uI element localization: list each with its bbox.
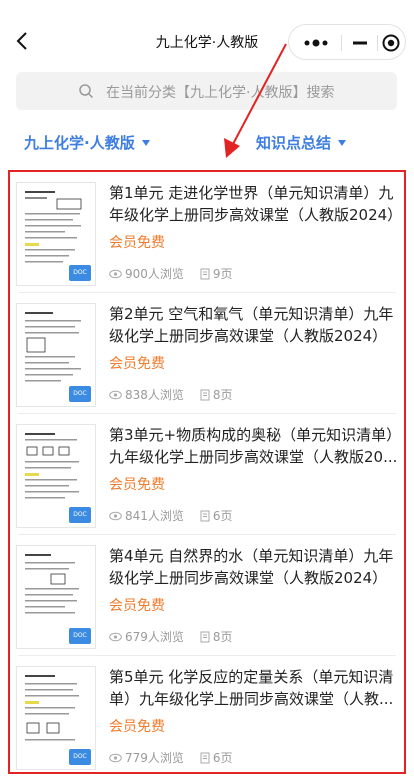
- search-placeholder: 在当前分类【九上化学·人教版】搜索: [106, 85, 335, 101]
- item-price: 会员免费: [109, 598, 165, 614]
- mini-program-capsule: [288, 24, 406, 60]
- doc-file-icon: DOC: [69, 265, 91, 281]
- category-filter-label: 九上化学·人教版: [24, 134, 135, 152]
- page-count: 9页: [212, 267, 233, 281]
- eye-icon: [109, 511, 122, 520]
- item-meta: 841人浏览 6页: [109, 507, 233, 524]
- document-list: DOC 第1单元 走进化学世界（单元知识清单）九年级化学上册同步高效课堂（人教版…: [8, 170, 406, 774]
- list-item[interactable]: DOC 第4单元 自然界的水（单元知识清单）九年级化学上册同步高效课堂（人教版2…: [10, 535, 404, 656]
- item-price: 会员免费: [109, 356, 165, 372]
- view-count: 779人浏览: [125, 751, 184, 765]
- view-count: 679人浏览: [125, 630, 184, 644]
- list-item[interactable]: DOC 第1单元 走进化学世界（单元知识清单）九年级化学上册同步高效课堂（人教版…: [10, 172, 404, 293]
- capsule-divider: [341, 35, 342, 51]
- page-icon: [200, 389, 210, 400]
- item-meta: 779人浏览 6页: [109, 749, 233, 766]
- close-target-icon[interactable]: [381, 33, 401, 53]
- page-icon: [200, 631, 210, 642]
- list-item[interactable]: DOC 第5单元 化学反应的定量关系（单元知识清单）九年级化学上册同步高效课堂（…: [10, 656, 404, 772]
- list-item[interactable]: DOC 第2单元 空气和氧气（单元知识清单）九年级化学上册同步高效课堂（人教版2…: [10, 293, 404, 414]
- item-title[interactable]: 第3单元+物质构成的奥秘（单元知识清单）九年级化学上册同步高效课堂（人教版20.…: [109, 424, 399, 468]
- search-icon: [79, 84, 94, 99]
- caret-down-icon: [338, 139, 347, 146]
- item-title[interactable]: 第1单元 走进化学世界（单元知识清单）九年级化学上册同步高效课堂（人教版2024…: [109, 182, 399, 226]
- document-thumbnail: DOC: [16, 545, 96, 649]
- doc-file-icon: DOC: [69, 628, 91, 644]
- document-thumbnail: DOC: [16, 303, 96, 407]
- doc-file-icon: DOC: [69, 749, 91, 765]
- item-price: 会员免费: [109, 235, 165, 251]
- item-price: 会员免费: [109, 719, 165, 735]
- document-thumbnail: DOC: [16, 182, 96, 286]
- eye-icon: [109, 390, 122, 399]
- page-icon: [200, 510, 210, 521]
- caret-down-icon: [141, 139, 150, 146]
- item-title[interactable]: 第2单元 空气和氧气（单元知识清单）九年级化学上册同步高效课堂（人教版2024）: [109, 303, 399, 347]
- page-count: 8页: [212, 388, 233, 402]
- eye-icon: [109, 632, 122, 641]
- page-count: 6页: [212, 751, 233, 765]
- item-price: 会员免费: [109, 477, 165, 493]
- document-thumbnail: DOC: [16, 424, 96, 528]
- page-count: 6页: [212, 509, 233, 523]
- document-thumbnail: DOC: [16, 666, 96, 770]
- capsule-divider: [377, 35, 378, 51]
- more-icon[interactable]: [299, 35, 335, 51]
- item-title[interactable]: 第5单元 化学反应的定量关系（单元知识清单）九年级化学上册同步高效课堂（人教..…: [109, 666, 399, 710]
- view-count: 900人浏览: [125, 267, 184, 281]
- page-icon: [200, 752, 210, 763]
- list-item[interactable]: DOC 第3单元+物质构成的奥秘（单元知识清单）九年级化学上册同步高效课堂（人教…: [10, 414, 404, 535]
- nav-bar: 九上化学·人教版: [0, 0, 414, 70]
- eye-icon: [109, 269, 122, 278]
- page-icon: [200, 268, 210, 279]
- item-meta: 679人浏览 8页: [109, 628, 233, 645]
- item-title[interactable]: 第4单元 自然界的水（单元知识清单）九年级化学上册同步高效课堂（人教版2024）: [109, 545, 399, 589]
- type-filter[interactable]: 知识点总结: [256, 132, 347, 153]
- page-count: 8页: [212, 630, 233, 644]
- type-filter-label: 知识点总结: [256, 134, 332, 152]
- item-meta: 900人浏览 9页: [109, 265, 233, 282]
- doc-file-icon: DOC: [69, 507, 91, 523]
- eye-icon: [109, 753, 122, 762]
- search-bar[interactable]: 在当前分类【九上化学·人教版】搜索: [16, 72, 397, 110]
- category-filter[interactable]: 九上化学·人教版: [24, 132, 151, 153]
- view-count: 841人浏览: [125, 509, 184, 523]
- doc-file-icon: DOC: [69, 386, 91, 402]
- minimize-icon[interactable]: [347, 35, 373, 51]
- item-meta: 838人浏览 8页: [109, 386, 233, 403]
- view-count: 838人浏览: [125, 388, 184, 402]
